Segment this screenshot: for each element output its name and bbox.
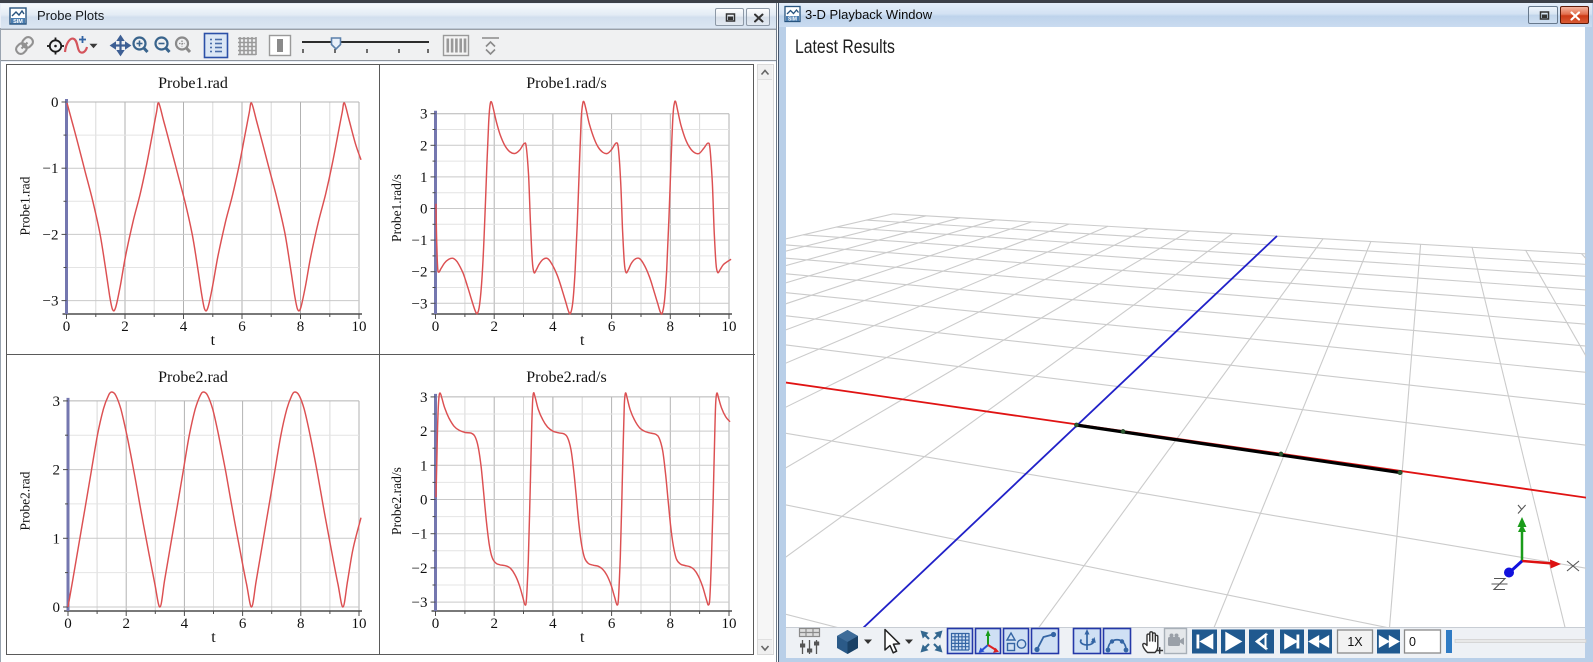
svg-text:−3: −3 — [43, 294, 59, 310]
svg-text:−3: −3 — [412, 296, 428, 312]
svg-text:8: 8 — [297, 616, 305, 632]
svg-text:t: t — [580, 332, 585, 349]
svg-text:0: 0 — [53, 600, 61, 616]
svg-text:t: t — [211, 629, 216, 646]
svg-text:10: 10 — [352, 319, 367, 335]
svg-text:0: 0 — [432, 319, 440, 335]
svg-text:2: 2 — [420, 424, 428, 440]
svg-text:3: 3 — [420, 390, 428, 406]
svg-text:−2: −2 — [412, 561, 428, 577]
svg-text:6: 6 — [238, 319, 246, 335]
svg-text:2: 2 — [53, 463, 61, 479]
svg-text:8: 8 — [667, 319, 675, 335]
svg-text:SIM: SIM — [13, 19, 23, 25]
svg-text:1: 1 — [420, 458, 428, 474]
svg-text:t: t — [211, 332, 216, 349]
svg-text:t: t — [580, 629, 585, 646]
svg-text:0: 0 — [420, 202, 428, 218]
svg-text:1: 1 — [53, 531, 61, 547]
svg-text:2: 2 — [122, 616, 130, 632]
svg-text:SIM: SIM — [788, 17, 797, 23]
svg-text:Probe2.rad/s: Probe2.rad/s — [389, 467, 404, 535]
svg-text:Probe1.rad: Probe1.rad — [158, 75, 228, 92]
svg-text:8: 8 — [667, 616, 675, 632]
svg-text:0: 0 — [51, 95, 59, 111]
svg-text:Probe1.rad/s: Probe1.rad/s — [389, 174, 404, 242]
svg-text:−1: −1 — [412, 233, 428, 249]
svg-text:0: 0 — [420, 493, 428, 509]
svg-text:Probe2.rad/s: Probe2.rad/s — [526, 369, 606, 386]
svg-text:8: 8 — [297, 319, 305, 335]
svg-text:6: 6 — [608, 319, 616, 335]
svg-text:3: 3 — [53, 394, 61, 410]
svg-text:−2: −2 — [43, 227, 59, 243]
svg-text:0: 0 — [432, 616, 440, 632]
svg-text:10: 10 — [722, 319, 737, 335]
svg-text:−1: −1 — [412, 527, 428, 543]
svg-text:4: 4 — [549, 319, 557, 335]
svg-text:2: 2 — [420, 138, 428, 154]
svg-text:−3: −3 — [412, 595, 428, 611]
svg-text:Probe2.rad: Probe2.rad — [158, 369, 228, 386]
svg-text:−1: −1 — [43, 161, 59, 177]
svg-text:4: 4 — [181, 616, 189, 632]
svg-text:6: 6 — [608, 616, 616, 632]
svg-text:Probe1.rad/s: Probe1.rad/s — [526, 75, 606, 92]
svg-text:1: 1 — [420, 170, 428, 186]
svg-text:2: 2 — [490, 616, 498, 632]
svg-text:Probe1.rad: Probe1.rad — [18, 176, 33, 235]
svg-text:−2: −2 — [412, 265, 428, 281]
svg-text:4: 4 — [180, 319, 188, 335]
svg-text:4: 4 — [549, 616, 557, 632]
svg-text:3: 3 — [420, 107, 428, 123]
svg-text:2: 2 — [121, 319, 129, 335]
svg-text:10: 10 — [352, 616, 367, 632]
svg-text:2: 2 — [490, 319, 498, 335]
svg-text:0: 0 — [63, 319, 71, 335]
svg-text:Probe2.rad: Probe2.rad — [18, 471, 33, 530]
svg-text:10: 10 — [722, 616, 737, 632]
svg-text:0: 0 — [64, 616, 72, 632]
svg-text:6: 6 — [239, 616, 247, 632]
